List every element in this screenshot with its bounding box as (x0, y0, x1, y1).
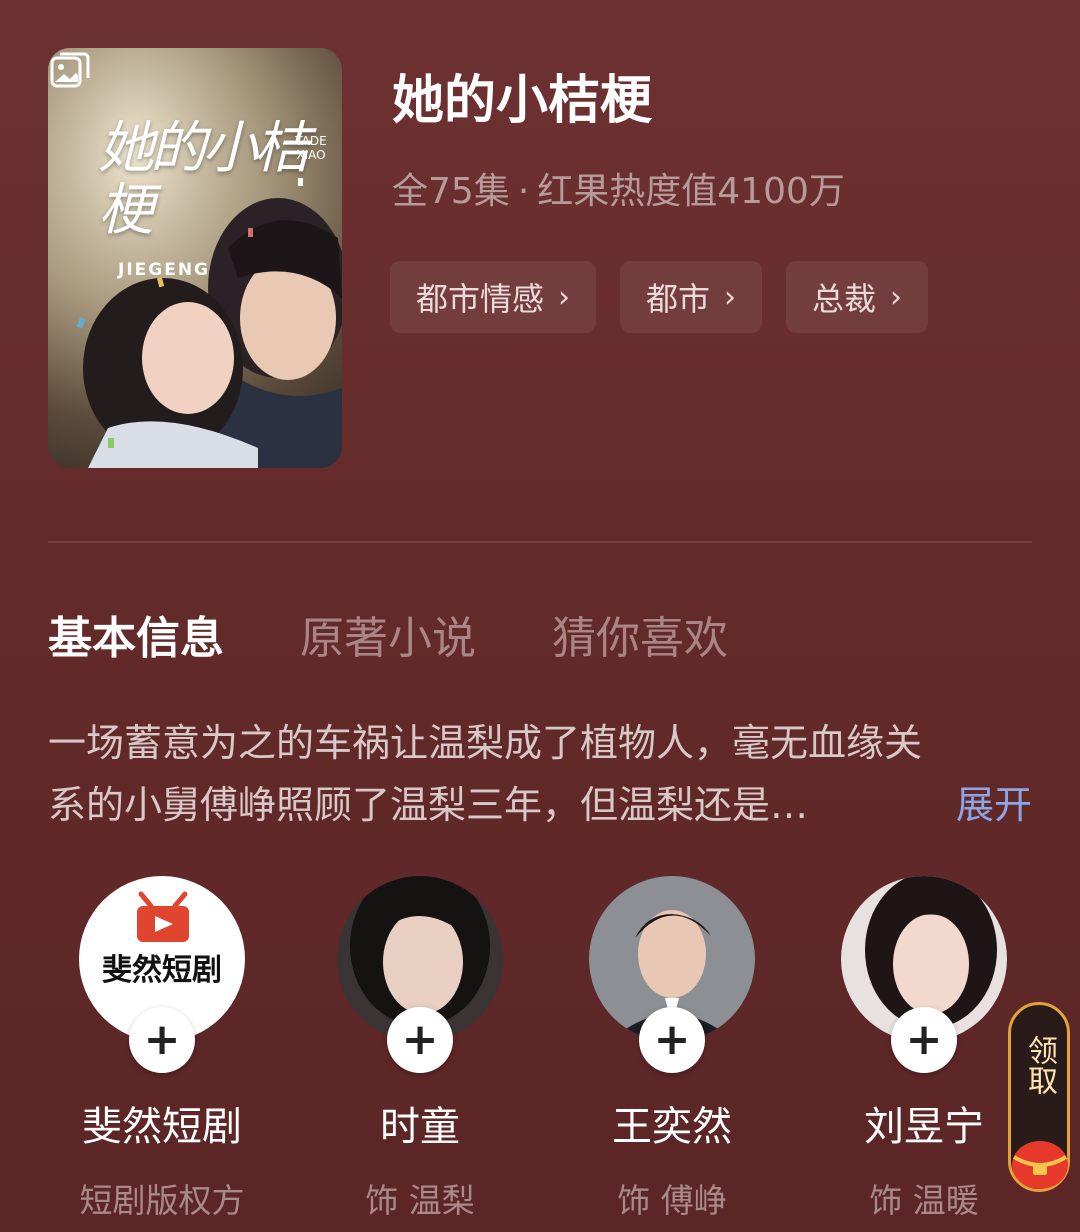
chevron-right-icon: › (724, 279, 737, 315)
cast-name: 斐然短剧 (82, 1104, 242, 1150)
heat-value: 红果热度值4100万 (537, 171, 845, 212)
genre-tags: 都市情感 › 都市 › 总裁 › (390, 261, 929, 333)
reward-label: 领取 (1022, 1035, 1057, 1095)
cast-name: 王奕然 (612, 1104, 732, 1150)
cast-role: 短剧版权方 (79, 1181, 245, 1220)
gallery-icon[interactable] (48, 48, 92, 92)
meta-separator: · (517, 171, 530, 212)
red-envelope-icon (1012, 1141, 1068, 1189)
chevron-right-icon: › (558, 279, 571, 315)
episode-count: 全75集 (392, 171, 510, 212)
drama-poster[interactable]: 她的小桔梗 TADE XIAO JIEGENG (48, 48, 342, 468)
synopsis-line: 一场蓄意为之的车祸让温梨成了植物人，毫无血缘关 (48, 721, 923, 765)
reward-claim-button[interactable]: 领取 (1008, 1002, 1070, 1192)
synopsis: 一场蓄意为之的车祸让温梨成了植物人，毫无血缘关 系的小舅傅峥照顾了温梨三年，但温… (48, 712, 1032, 836)
tag-urban[interactable]: 都市 › (620, 261, 763, 333)
synopsis-line: 系的小舅傅峥照顾了温梨三年，但温梨还是… (48, 783, 809, 827)
tag-label: 总裁 (812, 280, 877, 318)
expand-link[interactable]: 展开 (956, 774, 1032, 829)
tab-basic-info[interactable]: 基本信息 (48, 602, 224, 666)
info-tabs: 基本信息 原著小说 猜你喜欢 (48, 602, 728, 666)
cast-role: 饰 温暖 (869, 1181, 979, 1220)
chevron-right-icon: › (890, 279, 903, 315)
cast-name: 时童 (380, 1104, 460, 1150)
drama-meta: 全75集 · 红果热度值4100万 (392, 162, 845, 214)
section-divider (48, 541, 1032, 543)
cast-role: 饰 傅峥 (617, 1181, 727, 1220)
follow-button[interactable]: + (387, 1007, 453, 1073)
drama-title: 她的小桔梗 (392, 71, 653, 131)
tab-recommendations[interactable]: 猜你喜欢 (552, 602, 728, 666)
poster-subtitle-latin: TADE XIAO (295, 134, 327, 162)
poster-artwork (48, 48, 342, 468)
cast-item[interactable]: + 王奕然 饰 傅峥 (557, 876, 787, 1222)
follow-button[interactable]: + (129, 1007, 195, 1073)
follow-button[interactable]: + (639, 1007, 705, 1073)
cast-item[interactable]: 斐然短剧 + 斐然短剧 短剧版权方 (47, 876, 277, 1222)
cast-list: 斐然短剧 + 斐然短剧 短剧版权方 + 时童 饰 温梨 + 王奕然 饰 傅峥 +… (0, 876, 1080, 1220)
tag-urban-romance[interactable]: 都市情感 › (390, 261, 597, 333)
tag-label: 都市情感 (416, 280, 545, 318)
cast-item[interactable]: + 刘昱宁 饰 温暖 (809, 876, 1039, 1222)
tag-ceo[interactable]: 总裁 › (786, 261, 929, 333)
tag-label: 都市 (646, 280, 711, 318)
follow-button[interactable]: + (891, 1007, 957, 1073)
cast-name: 刘昱宁 (864, 1104, 984, 1150)
cast-item[interactable]: + 时童 饰 温梨 (305, 876, 535, 1222)
poster-title-latin: JIEGENG (118, 260, 211, 280)
studio-logo-text: 斐然短剧 (102, 953, 222, 988)
cast-role: 饰 温梨 (365, 1181, 475, 1220)
tab-original-novel[interactable]: 原著小说 (300, 602, 476, 666)
